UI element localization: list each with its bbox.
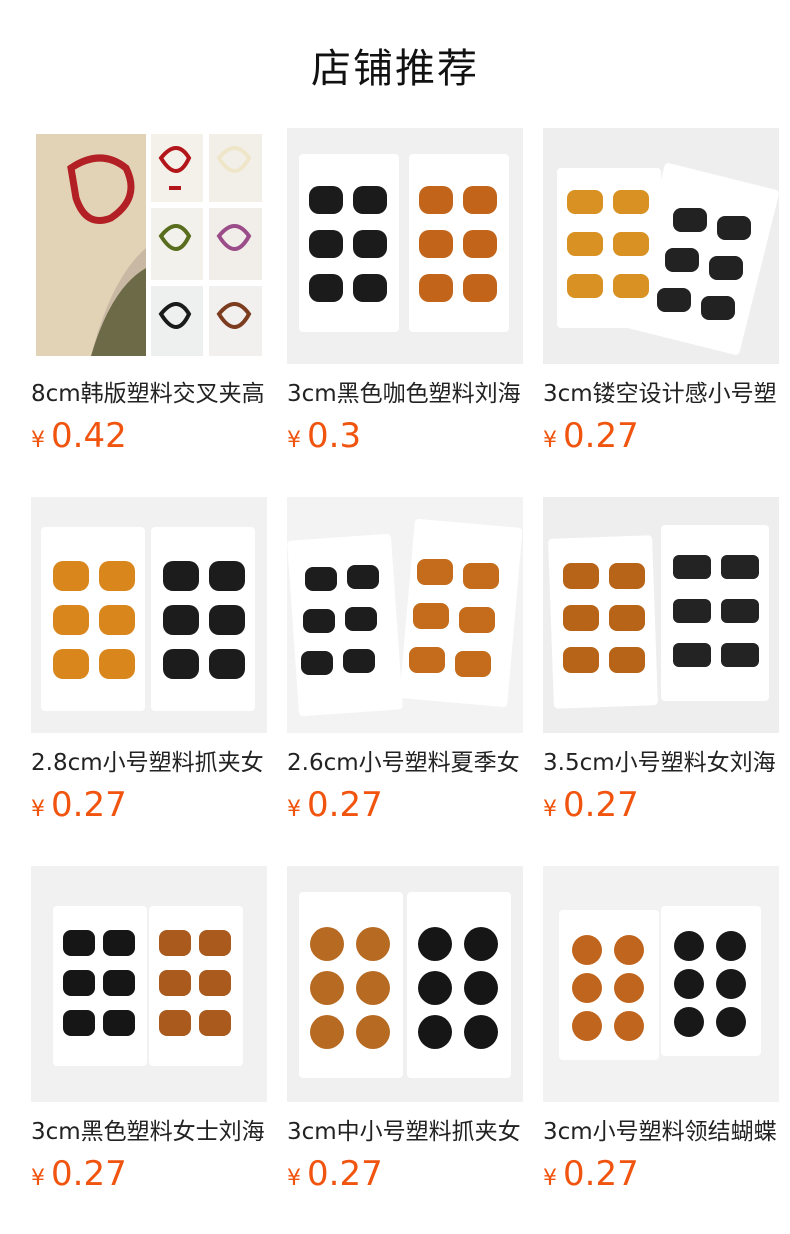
currency-symbol: ¥ — [287, 428, 301, 453]
product-name[interactable]: 8cm韩版塑料交叉夹高 — [31, 378, 267, 410]
product-price: ¥0.27 — [543, 783, 639, 827]
page-title: 店铺推荐 — [311, 46, 479, 92]
currency-symbol: ¥ — [287, 1166, 301, 1191]
product-price: ¥0.42 — [31, 414, 127, 458]
product-image[interactable] — [543, 497, 779, 733]
currency-symbol: ¥ — [31, 1166, 45, 1191]
product-name[interactable]: 3cm黑色咖色塑料刘海 — [287, 378, 523, 410]
price-value: 0.42 — [51, 416, 127, 456]
product-price: ¥0.3 — [287, 414, 361, 458]
currency-symbol: ¥ — [543, 797, 557, 822]
product-name[interactable]: 3cm黑色塑料女士刘海 — [31, 1116, 267, 1148]
price-value: 0.27 — [307, 785, 383, 825]
product-image[interactable] — [31, 497, 267, 733]
price-value: 0.27 — [563, 416, 639, 456]
product-name[interactable]: 2.6cm小号塑料夏季女 — [287, 747, 523, 779]
currency-symbol: ¥ — [543, 428, 557, 453]
product-image[interactable] — [543, 866, 779, 1102]
product-price: ¥0.27 — [31, 783, 127, 827]
currency-symbol: ¥ — [31, 797, 45, 822]
product-image[interactable] — [31, 866, 267, 1102]
product-image[interactable] — [31, 128, 267, 364]
product-name[interactable]: 3cm小号塑料领结蝴蝶 — [543, 1116, 779, 1148]
product-image[interactable] — [543, 128, 779, 364]
product-price: ¥0.27 — [543, 1152, 639, 1196]
currency-symbol: ¥ — [31, 428, 45, 453]
product-price: ¥0.27 — [287, 1152, 383, 1196]
product-name[interactable]: 3cm中小号塑料抓夹女 — [287, 1116, 523, 1148]
price-value: 0.27 — [51, 785, 127, 825]
price-value: 0.27 — [563, 1154, 639, 1194]
currency-symbol: ¥ — [543, 1166, 557, 1191]
price-value: 0.27 — [307, 1154, 383, 1194]
product-image[interactable] — [287, 866, 523, 1102]
price-value: 0.27 — [563, 785, 639, 825]
product-price: ¥0.27 — [287, 783, 383, 827]
product-name[interactable]: 3.5cm小号塑料女刘海 — [543, 747, 779, 779]
product-name[interactable]: 2.8cm小号塑料抓夹女 — [31, 747, 267, 779]
price-value: 0.3 — [307, 416, 362, 456]
product-price: ¥0.27 — [543, 414, 639, 458]
price-value: 0.27 — [51, 1154, 127, 1194]
currency-symbol: ¥ — [287, 797, 301, 822]
product-price: ¥0.27 — [31, 1152, 127, 1196]
product-image[interactable] — [287, 497, 523, 733]
product-image[interactable] — [287, 128, 523, 364]
product-name[interactable]: 3cm镂空设计感小号塑 — [543, 378, 779, 410]
